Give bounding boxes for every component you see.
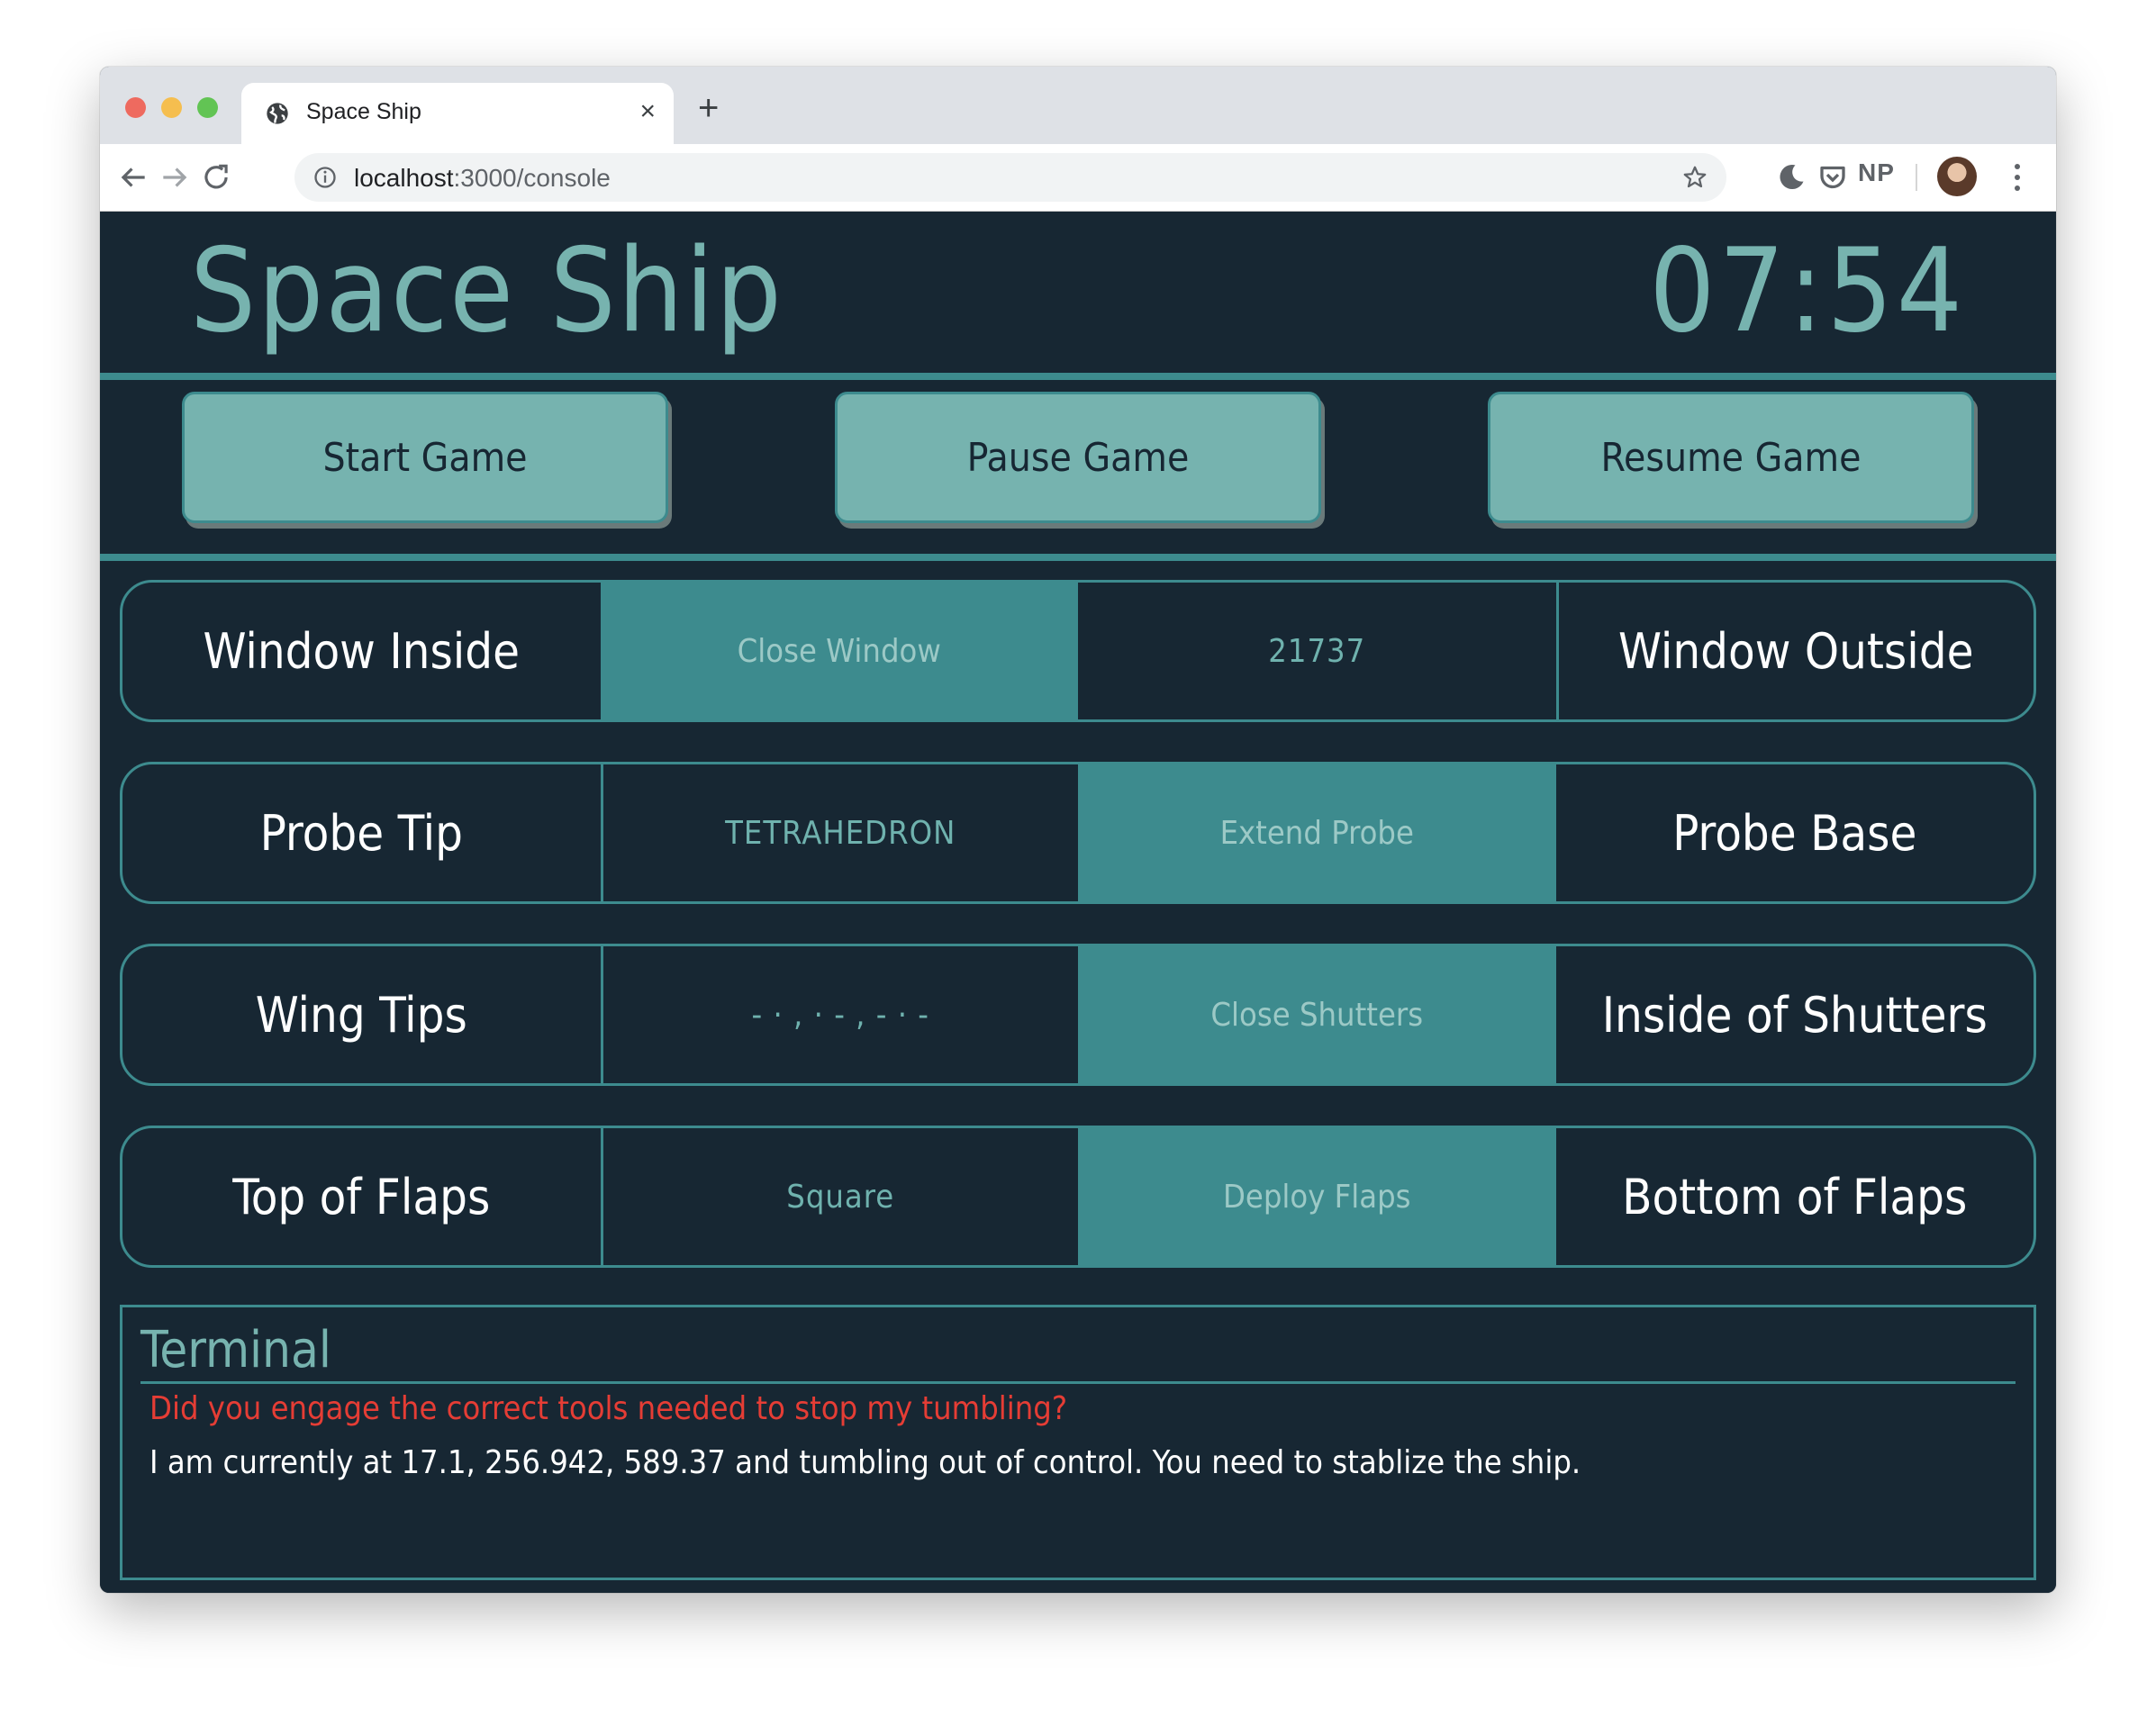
pocket-icon[interactable] bbox=[1816, 161, 1849, 194]
probe-tip-label: Probe Tip bbox=[259, 804, 463, 862]
header-divider bbox=[100, 373, 2056, 380]
star-icon[interactable] bbox=[1681, 164, 1708, 191]
probe-base-label: Probe Base bbox=[1672, 804, 1917, 862]
terminal-divider bbox=[140, 1381, 2016, 1384]
url-text: localhost:3000/console bbox=[354, 164, 611, 193]
bottom-of-flaps-label: Bottom of Flaps bbox=[1622, 1168, 1968, 1225]
wing-tips-label: Wing Tips bbox=[255, 986, 467, 1044]
window-inside-label: Window Inside bbox=[203, 622, 521, 680]
close-window-button[interactable]: Close Window bbox=[600, 583, 1078, 719]
forward-arrow-icon[interactable] bbox=[158, 160, 192, 194]
tab-bar: Space Ship × + bbox=[100, 67, 2056, 144]
terminal-panel: Terminal Did you engage the correct tool… bbox=[120, 1305, 2036, 1580]
tab-space-ship[interactable]: Space Ship × bbox=[241, 83, 674, 144]
pause-game-button[interactable]: Pause Game bbox=[835, 392, 1321, 523]
resume-game-button[interactable]: Resume Game bbox=[1488, 392, 1974, 523]
window-outside-label: Window Outside bbox=[1555, 583, 2034, 719]
info-icon[interactable] bbox=[313, 165, 338, 190]
console-page: Space Ship 07:54 Start Game Pause Game R… bbox=[100, 212, 2056, 1593]
deploy-flaps-button[interactable]: Deploy Flaps bbox=[1078, 1128, 1556, 1265]
window-row: Window Inside Close Window 21737 Window … bbox=[120, 580, 2036, 722]
new-tab-button[interactable]: + bbox=[698, 90, 719, 126]
minimize-window-button[interactable] bbox=[161, 97, 182, 118]
terminal-message-line: I am currently at 17.1, 256.942, 589.37 … bbox=[149, 1444, 1581, 1481]
extend-probe-button[interactable]: Extend Probe bbox=[1078, 764, 1556, 901]
probe-row: Probe Tip TETRAHEDRON Extend Probe Probe… bbox=[120, 762, 2036, 904]
start-game-button[interactable]: Start Game bbox=[182, 392, 668, 523]
shutters-row: Wing Tips - · , · - , - · - Close Shutte… bbox=[120, 944, 2036, 1086]
tab-title: Space Ship bbox=[306, 99, 421, 124]
game-clock: 07:54 bbox=[1649, 224, 1966, 358]
maximize-window-button[interactable] bbox=[197, 97, 218, 118]
avatar[interactable] bbox=[1937, 157, 1977, 196]
browser-toolbar: localhost:3000/console NP bbox=[100, 144, 2056, 212]
back-arrow-icon[interactable] bbox=[116, 160, 150, 194]
probe-value: TETRAHEDRON bbox=[600, 764, 1079, 901]
reload-icon[interactable] bbox=[199, 160, 233, 194]
toolbar-divider bbox=[1916, 164, 1917, 191]
close-window-button[interactable] bbox=[125, 97, 146, 118]
address-bar[interactable]: localhost:3000/console bbox=[294, 153, 1726, 202]
url-path: :3000/console bbox=[453, 164, 611, 192]
page-title: Space Ship bbox=[190, 224, 784, 358]
top-of-flaps-label: Top of Flaps bbox=[232, 1168, 491, 1225]
terminal-error-line: Did you engage the correct tools needed … bbox=[149, 1390, 1068, 1427]
flaps-value: Square bbox=[600, 1128, 1079, 1265]
flaps-row: Top of Flaps Square Deploy Flaps Bottom … bbox=[120, 1126, 2036, 1268]
globe-icon bbox=[267, 103, 288, 124]
inside-of-shutters-label: Inside of Shutters bbox=[1601, 986, 1988, 1044]
close-shutters-button[interactable]: Close Shutters bbox=[1078, 946, 1556, 1083]
wing-tips-value: - · , · - , - · - bbox=[600, 946, 1079, 1083]
window-value: 21737 bbox=[1268, 632, 1366, 670]
controls-divider bbox=[100, 554, 2056, 561]
kebab-menu-icon[interactable] bbox=[2013, 160, 2022, 194]
moon-icon[interactable] bbox=[1775, 161, 1807, 194]
browser-window: Space Ship × + localhost:3000/console NP… bbox=[100, 67, 2056, 1593]
url-host: localhost bbox=[354, 164, 454, 192]
profile-badge[interactable]: NP bbox=[1858, 158, 1895, 187]
terminal-title: Terminal bbox=[140, 1321, 331, 1379]
tab-close-icon[interactable]: × bbox=[639, 97, 656, 126]
